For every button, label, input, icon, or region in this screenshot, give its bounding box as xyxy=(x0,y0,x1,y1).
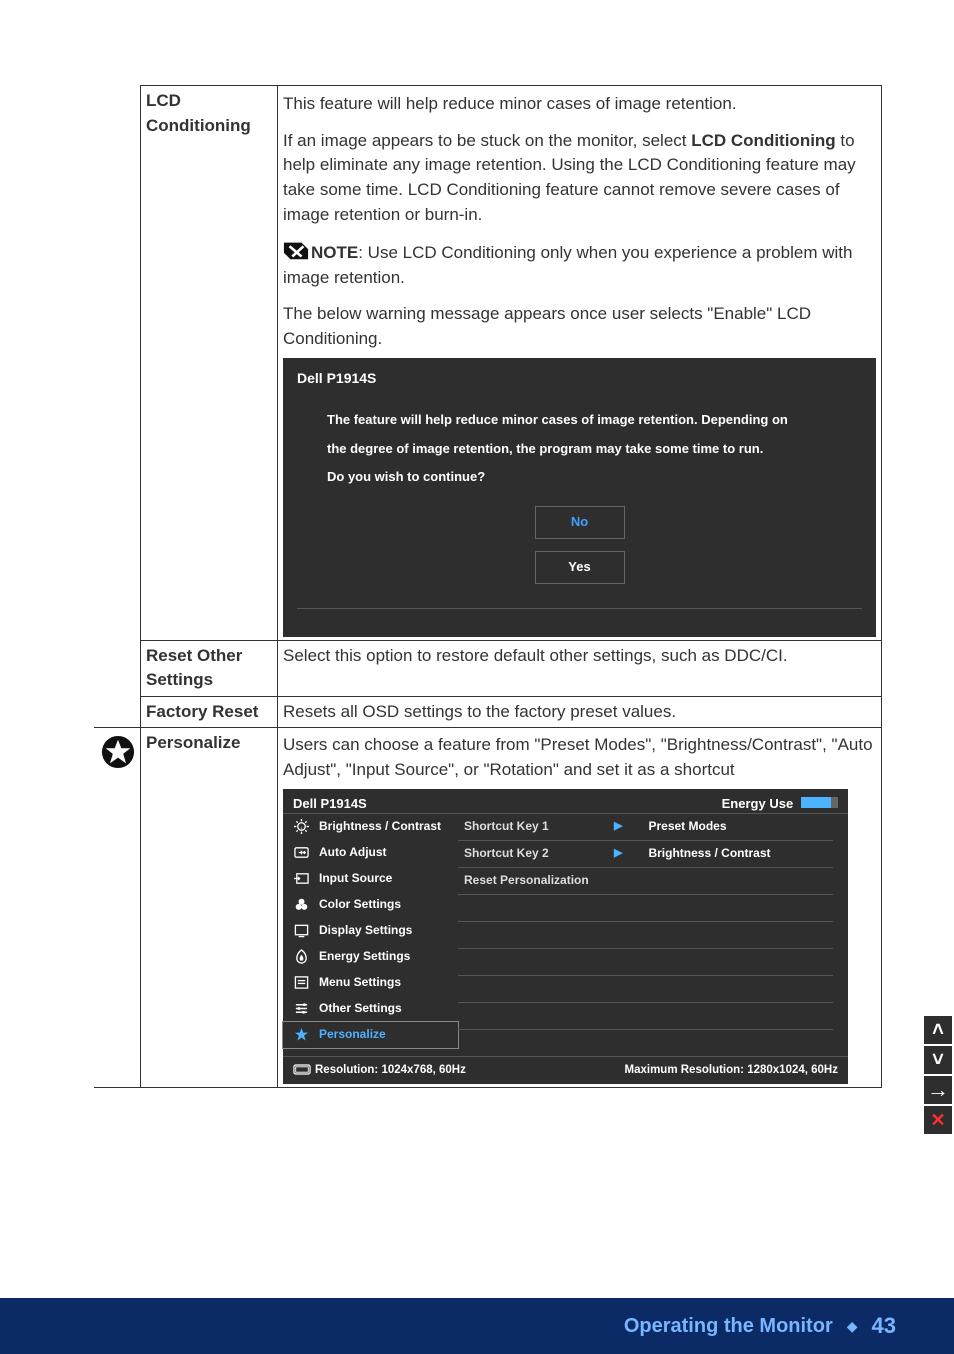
personalize-content: Users can choose a feature from "Preset … xyxy=(278,728,882,1088)
nav-enter-button[interactable]: → xyxy=(924,1076,952,1104)
osd-warning-dialog: Dell P1914S The feature will help reduce… xyxy=(283,358,876,637)
submenu-arrow-icon: ▶ xyxy=(614,846,622,862)
osd-reset-personalization[interactable]: Reset Personalization xyxy=(458,868,608,895)
star-in-circle-icon xyxy=(101,735,135,769)
osd-dialog-yes-button[interactable]: Yes xyxy=(535,551,625,584)
footer-divider-icon: ◆ xyxy=(847,1318,858,1335)
lcd-conditioning-content: This feature will help reduce minor case… xyxy=(278,86,882,641)
menu-settings-icon xyxy=(293,975,309,991)
display-settings-icon xyxy=(293,923,309,939)
osd-dialog-no-button[interactable]: No xyxy=(535,506,625,539)
osd-dialog-title: Dell P1914S xyxy=(297,368,862,388)
resolution-icon xyxy=(293,1064,311,1076)
osd-energy-label: Energy Use xyxy=(722,795,838,813)
nav-exit-button[interactable]: ✕ xyxy=(924,1106,952,1134)
monitor-side-buttons: ˄ ˅ → ✕ xyxy=(924,1016,954,1136)
icon-cell-empty xyxy=(94,86,141,641)
footer-section: Operating the Monitor xyxy=(624,1315,833,1338)
other-settings-icon xyxy=(293,1001,309,1017)
osd-right-panel: ▶ Preset Modes ▶ Brightness / Contrast .… xyxy=(608,814,833,1056)
lcd-conditioning-label: LCD Conditioning xyxy=(141,86,278,641)
auto-adjust-icon xyxy=(293,845,309,861)
osd-nav-energy-settings[interactable]: Energy Settings xyxy=(283,944,458,970)
settings-table: LCD Conditioning This feature will help … xyxy=(94,85,882,1088)
osd-nav-color-settings[interactable]: Color Settings xyxy=(283,892,458,918)
icon-cell-empty xyxy=(94,640,141,696)
osd-personalize-menu: Dell P1914S Energy Use Brightness / Cont… xyxy=(283,789,848,1085)
nav-down-button[interactable]: ˅ xyxy=(924,1046,952,1074)
page-footer: Operating the Monitor ◆ 43 xyxy=(0,1298,954,1354)
icon-cell-empty xyxy=(94,696,141,728)
footer-page-number: 43 xyxy=(872,1313,896,1339)
osd-foot-resolution: Resolution: 1024x768, 60Hz xyxy=(293,1062,466,1079)
energy-settings-icon xyxy=(293,949,309,965)
personalize-icon-cell xyxy=(94,728,141,1088)
factory-reset-label: Factory Reset xyxy=(141,696,278,728)
lcd-note: NOTE: Use LCD Conditioning only when you… xyxy=(283,239,876,290)
osd-nav-auto-adjust[interactable]: Auto Adjust xyxy=(283,840,458,866)
nav-up-button[interactable]: ˄ xyxy=(924,1016,952,1044)
lcd-para-2: If an image appears to be stuck on the m… xyxy=(283,129,876,228)
personalize-label: Personalize xyxy=(141,728,278,1088)
factory-reset-content: Resets all OSD settings to the factory p… xyxy=(278,696,882,728)
osd-dialog-line1: The feature will help reduce minor cases… xyxy=(327,406,862,435)
reset-other-label: Reset Other Settings xyxy=(141,640,278,696)
energy-bars-icon xyxy=(801,797,838,808)
osd-dialog-line2: the degree of image retention, the progr… xyxy=(327,435,862,464)
submenu-arrow-icon: ▶ xyxy=(614,819,622,835)
osd-value-brightness-contrast[interactable]: ▶ Brightness / Contrast xyxy=(608,841,833,868)
osd-nav-personalize[interactable]: Personalize xyxy=(282,1021,459,1049)
osd-foot-max-resolution: Maximum Resolution: 1280x1024, 60Hz xyxy=(625,1062,838,1079)
osd-value-preset-modes[interactable]: ▶ Preset Modes xyxy=(608,814,833,841)
osd-nav-menu-settings[interactable]: Menu Settings xyxy=(283,970,458,996)
osd-dialog-line3: Do you wish to continue? xyxy=(327,463,862,492)
osd-nav-display-settings[interactable]: Display Settings xyxy=(283,918,458,944)
osd-middle-panel: Shortcut Key 1 Shortcut Key 2 Reset Pers… xyxy=(458,814,608,1056)
osd-nav-brightness-contrast[interactable]: Brightness / Contrast xyxy=(283,814,458,840)
osd-left-nav: Brightness / Contrast Auto Adjust Input … xyxy=(283,814,458,1056)
brightness-contrast-icon xyxy=(293,819,309,835)
osd-menu-title: Dell P1914S xyxy=(293,795,367,813)
lcd-label-line1: LCD xyxy=(146,91,181,110)
note-icon xyxy=(283,239,309,261)
lcd-para-1: This feature will help reduce minor case… xyxy=(283,92,876,117)
input-source-icon xyxy=(293,871,309,887)
personalize-text: Users can choose a feature from "Preset … xyxy=(283,733,876,782)
osd-shortcut-key-2[interactable]: Shortcut Key 2 xyxy=(458,841,608,868)
reset-other-content: Select this option to restore default ot… xyxy=(278,640,882,696)
color-settings-icon xyxy=(293,897,309,913)
lcd-label-line2: Conditioning xyxy=(146,116,251,135)
osd-nav-input-source[interactable]: Input Source xyxy=(283,866,458,892)
lcd-para-3: The below warning message appears once u… xyxy=(283,302,876,351)
personalize-icon xyxy=(293,1027,309,1043)
osd-shortcut-key-1[interactable]: Shortcut Key 1 xyxy=(458,814,608,841)
osd-nav-other-settings[interactable]: Other Settings xyxy=(283,996,458,1022)
